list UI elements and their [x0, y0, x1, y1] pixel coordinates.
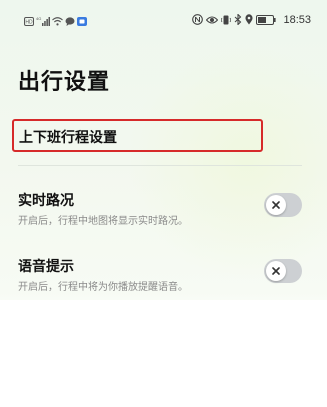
voice-prompt-toggle[interactable]	[264, 259, 302, 283]
location-icon	[245, 10, 254, 29]
signal-4g-icon: 4G	[36, 11, 50, 30]
realtime-traffic-toggle[interactable]	[264, 193, 302, 217]
divider	[18, 165, 302, 166]
nfc-icon	[192, 10, 204, 29]
chat-bubble-icon	[65, 11, 75, 30]
eye-comfort-icon	[206, 10, 219, 29]
toggle-knob	[266, 195, 286, 215]
screen: HD 4G 18:53 出行设置 上下班行程设置 实时路况 开启后，行程中地图将…	[0, 0, 327, 407]
svg-text:4G: 4G	[36, 16, 41, 21]
status-right-icons: 18:53	[192, 10, 311, 29]
status-time: 18:53	[283, 13, 311, 26]
realtime-traffic-description: 开启后，行程中地图将显示实时路况。	[18, 216, 188, 227]
hd-icon: HD	[24, 11, 34, 30]
close-icon	[272, 267, 280, 275]
status-left-icons: HD 4G	[24, 11, 87, 30]
voice-prompt-title: 语音提示	[18, 259, 74, 275]
status-bar: HD 4G 18:53	[0, 0, 327, 36]
voice-prompt-description: 开启后，行程中将为你播放提醒语音。	[18, 282, 188, 293]
battery-icon	[256, 10, 277, 29]
commute-settings-label: 上下班行程设置	[19, 130, 117, 146]
vibrate-icon	[221, 10, 232, 29]
page-title: 出行设置	[18, 70, 111, 95]
blank-area	[0, 300, 327, 407]
app-notification-icon	[77, 11, 87, 30]
svg-text:HD: HD	[25, 20, 33, 26]
wifi-icon	[52, 11, 63, 30]
background-glow	[127, 40, 327, 280]
bluetooth-icon	[234, 10, 242, 29]
close-icon	[272, 201, 280, 209]
realtime-traffic-title: 实时路况	[18, 193, 74, 209]
toggle-knob	[266, 261, 286, 281]
commute-settings-item[interactable]: 上下班行程设置	[12, 119, 263, 152]
